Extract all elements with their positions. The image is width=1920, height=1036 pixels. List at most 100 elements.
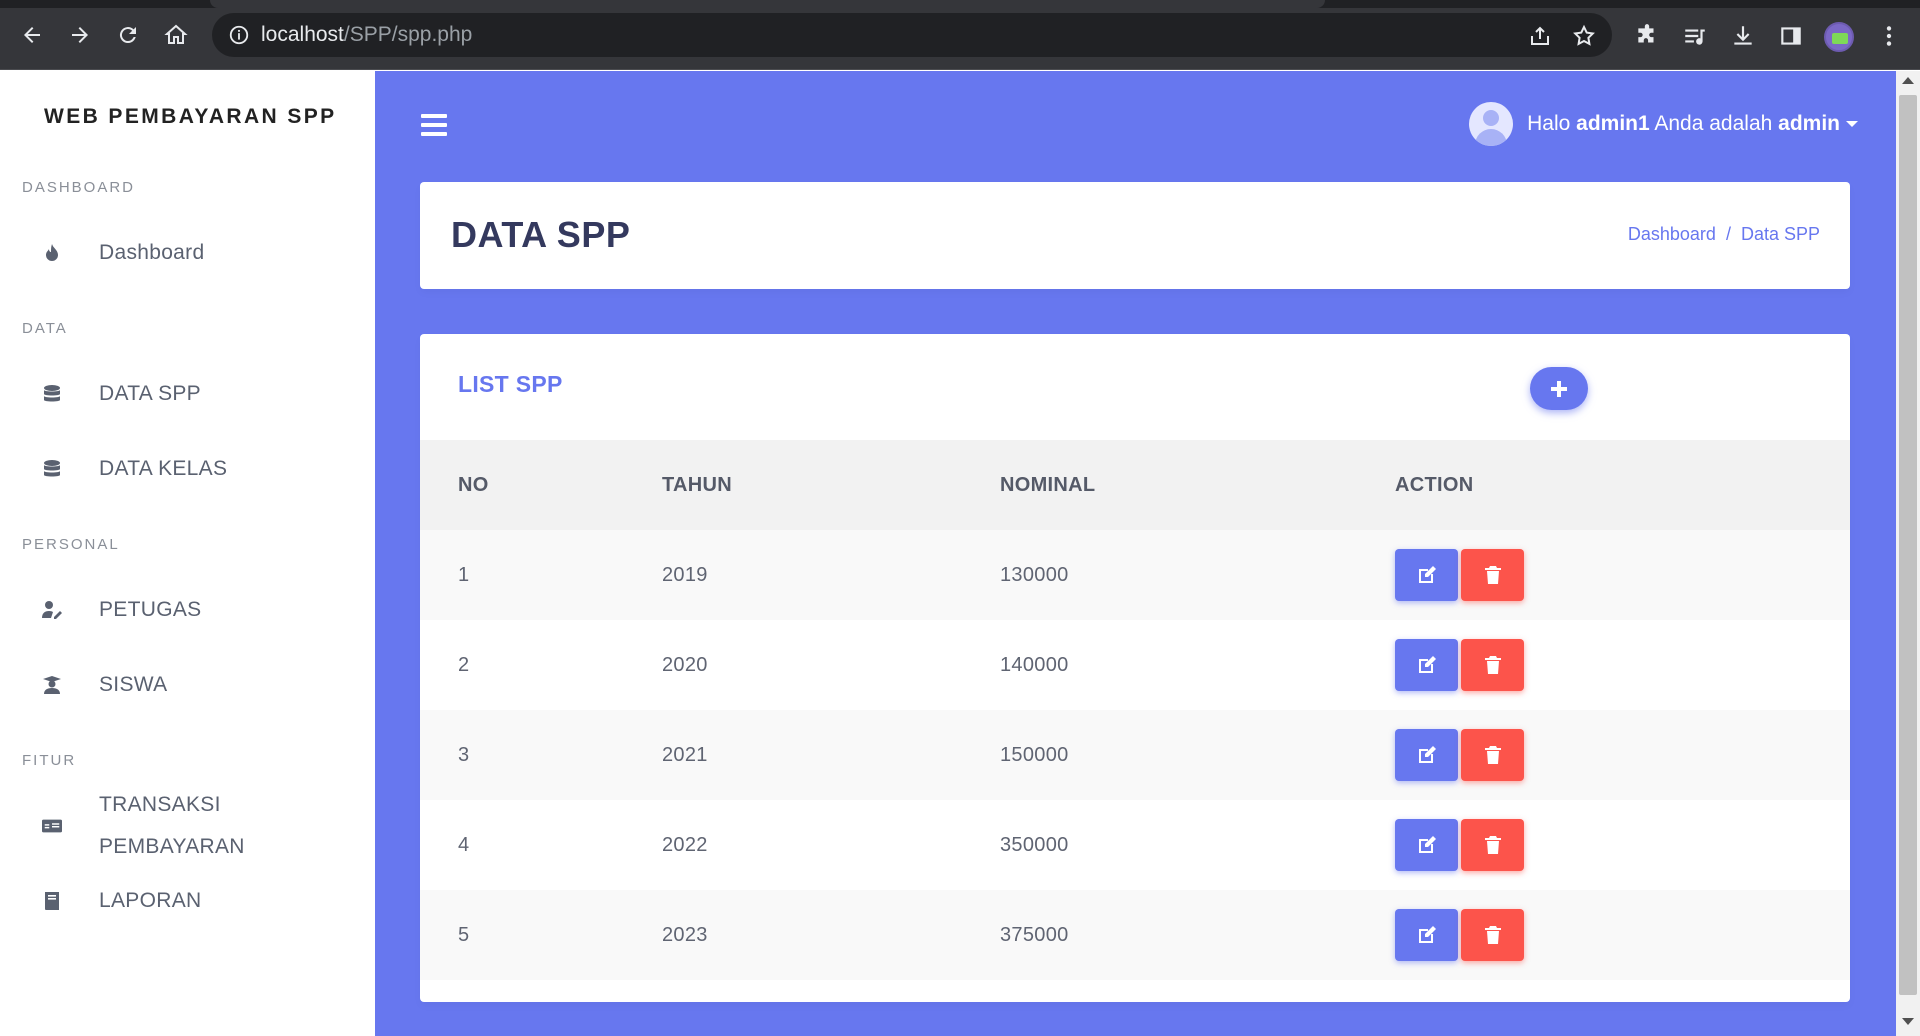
money-check-icon — [40, 814, 64, 838]
cell-no: 3 — [420, 710, 662, 800]
sidebar-item-label: Dashboard — [99, 241, 205, 264]
sidebar-heading-data: DATA — [22, 320, 68, 337]
trash-icon — [1484, 746, 1501, 764]
cell-no: 2 — [420, 620, 662, 710]
url-path: /SPP/spp.php — [343, 23, 473, 46]
table-row: 4 2022 350000 — [420, 800, 1850, 890]
database-icon — [40, 382, 64, 406]
table-row: 3 2021 150000 — [420, 710, 1850, 800]
sidepanel-icon[interactable] — [1778, 23, 1804, 49]
sidebar-heading-fitur: FITUR — [22, 752, 77, 769]
edit-button[interactable] — [1395, 819, 1458, 871]
edit-icon — [1418, 926, 1436, 943]
cell-action — [1395, 620, 1850, 710]
table-row: 2 2020 140000 — [420, 620, 1850, 710]
card-title: LIST SPP — [458, 371, 563, 397]
sidebar-item-laporan[interactable]: LAPORAN — [0, 876, 375, 926]
scroll-thumb[interactable] — [1899, 95, 1917, 995]
book-icon — [40, 889, 64, 913]
breadcrumb-current: Data SPP — [1740, 224, 1820, 244]
edit-button[interactable] — [1395, 639, 1458, 691]
cell-no: 5 — [420, 890, 662, 980]
edit-icon — [1418, 746, 1436, 763]
sidebar-heading-dashboard: DASHBOARD — [22, 179, 136, 196]
star-icon[interactable] — [1572, 24, 1596, 48]
list-spp-card: LIST SPP NO TAHUN NOMINAL ACTION 1 2019 … — [420, 334, 1850, 1002]
caret-down-icon — [1846, 121, 1858, 127]
brand-title[interactable]: WEB PEMBAYARAN SPP — [44, 105, 337, 129]
breadcrumb-dashboard-link[interactable]: Dashboard — [1628, 224, 1716, 244]
sidebar-item-data-spp[interactable]: DATA SPP — [0, 369, 375, 419]
trash-icon — [1484, 926, 1501, 944]
table-header-row: NO TAHUN NOMINAL ACTION — [420, 440, 1850, 530]
url-host: localhost — [261, 23, 344, 46]
home-icon[interactable] — [161, 20, 191, 50]
media-icon[interactable] — [1682, 23, 1708, 49]
edit-icon — [1418, 836, 1436, 853]
column-header-no: NO — [420, 440, 662, 530]
cell-nominal: 350000 — [1000, 800, 1395, 890]
cell-no: 1 — [420, 530, 662, 620]
cell-nominal: 150000 — [1000, 710, 1395, 800]
sidebar-item-petugas[interactable]: PETUGAS — [0, 585, 375, 635]
sidebar-item-label: TRANSAKSI PEMBAYARAN — [99, 784, 245, 868]
sidebar-item-transaksi-pembayaran[interactable]: TRANSAKSI PEMBAYARAN — [0, 784, 375, 868]
menu-icon[interactable] — [1876, 23, 1902, 49]
edit-button[interactable] — [1395, 909, 1458, 961]
cell-tahun: 2023 — [662, 890, 1000, 980]
trash-icon — [1484, 656, 1501, 674]
delete-button[interactable] — [1461, 549, 1524, 601]
delete-button[interactable] — [1461, 909, 1524, 961]
reload-icon[interactable] — [113, 20, 143, 50]
sidebar-item-data-kelas[interactable]: DATA KELAS — [0, 444, 375, 494]
fire-icon — [40, 241, 64, 265]
page-scrollbar[interactable] — [1896, 71, 1920, 1036]
cell-action — [1395, 530, 1850, 620]
column-header-nominal: NOMINAL — [1000, 440, 1395, 530]
cell-nominal: 375000 — [1000, 890, 1395, 980]
cell-action — [1395, 890, 1850, 980]
add-spp-button[interactable] — [1530, 367, 1588, 410]
hamburger-menu-icon[interactable] — [421, 114, 447, 136]
address-bar[interactable]: localhost/SPP/spp.php — [212, 13, 1612, 57]
download-icon[interactable] — [1730, 23, 1756, 49]
info-icon[interactable] — [228, 24, 250, 46]
cell-tahun: 2020 — [662, 620, 1000, 710]
scroll-up-icon[interactable] — [1902, 77, 1914, 84]
cell-tahun: 2022 — [662, 800, 1000, 890]
sidebar-item-label: PETUGAS — [99, 598, 202, 621]
user-greeting: Halo admin1 Anda adalah admin — [1527, 112, 1840, 136]
active-tab[interactable] — [210, 0, 1325, 8]
page-header: DATA SPP Dashboard / Data SPP — [420, 182, 1850, 289]
user-avatar — [1469, 102, 1514, 146]
cell-no: 4 — [420, 800, 662, 890]
main-content: Halo admin1 Anda adalah admin DATA SPP D… — [375, 71, 1896, 1036]
scroll-down-icon[interactable] — [1902, 1018, 1914, 1025]
sidebar-item-label-line2: PEMBAYARAN — [99, 835, 245, 858]
column-header-tahun: TAHUN — [662, 440, 1000, 530]
delete-button[interactable] — [1461, 729, 1524, 781]
spp-table: NO TAHUN NOMINAL ACTION 1 2019 130000 2 — [420, 440, 1850, 980]
share-icon[interactable] — [1528, 24, 1552, 48]
database-icon — [40, 457, 64, 481]
sidebar-item-siswa[interactable]: SISWA — [0, 660, 375, 710]
delete-button[interactable] — [1461, 819, 1524, 871]
extensions-icon[interactable] — [1634, 23, 1660, 49]
url-text[interactable]: localhost/SPP/spp.php — [261, 23, 472, 47]
delete-button[interactable] — [1461, 639, 1524, 691]
role-text: admin — [1778, 112, 1840, 135]
edit-button[interactable] — [1395, 729, 1458, 781]
greeting-text: Halo — [1527, 112, 1571, 135]
column-header-action: ACTION — [1395, 440, 1850, 530]
profile-avatar[interactable] — [1824, 22, 1854, 52]
table-row: 1 2019 130000 — [420, 530, 1850, 620]
edit-button[interactable] — [1395, 549, 1458, 601]
role-prefix-text: Anda adalah — [1654, 112, 1773, 135]
back-icon[interactable] — [17, 20, 47, 50]
edit-icon — [1418, 566, 1436, 583]
edit-icon — [1418, 656, 1436, 673]
forward-icon[interactable] — [65, 20, 95, 50]
cell-tahun: 2021 — [662, 710, 1000, 800]
sidebar-item-dashboard[interactable]: Dashboard — [0, 228, 375, 278]
user-dropdown[interactable]: Halo admin1 Anda adalah admin — [1469, 101, 1858, 147]
